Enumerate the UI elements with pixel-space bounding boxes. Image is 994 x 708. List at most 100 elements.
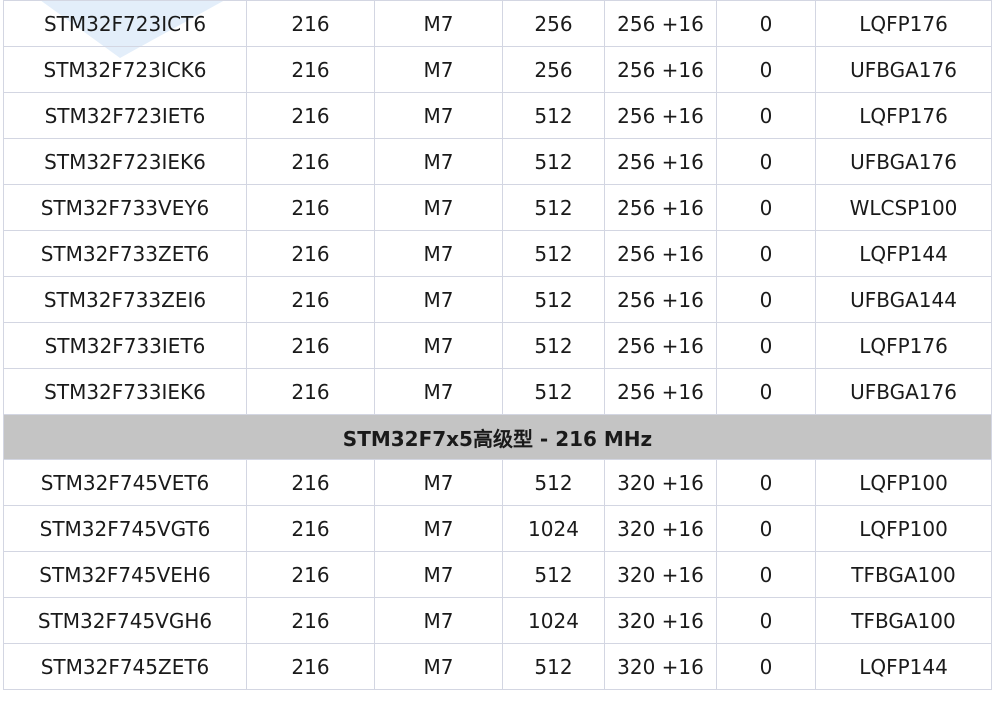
cell-frequency: 216 <box>246 459 375 506</box>
cell-flash: 512 <box>502 230 605 277</box>
cell-package: UFBGA176 <box>815 138 992 185</box>
cell-core: M7 <box>374 46 503 93</box>
cell-col6: 0 <box>716 92 816 139</box>
cell-package: UFBGA144 <box>815 276 992 323</box>
table-row: STM32F723ICT6 216 M7 256 256 +16 0 LQFP176 <box>3 0 992 47</box>
cell-col6: 0 <box>716 138 816 185</box>
cell-col6: 0 <box>716 368 816 415</box>
cell-col6: 0 <box>716 551 816 598</box>
cell-frequency: 216 <box>246 46 375 93</box>
cell-part-number: STM32F723ICT6 <box>3 0 247 47</box>
table-row: STM32F733ZEI6 216 M7 512 256 +16 0 UFBGA144 <box>3 276 992 323</box>
cell-package: LQFP176 <box>815 92 992 139</box>
cell-frequency: 216 <box>246 138 375 185</box>
table-section: STM32F7x5高级型 - 216 MHz <box>3 414 992 460</box>
cell-frequency: 216 <box>246 276 375 323</box>
cell-frequency: 216 <box>246 643 375 690</box>
cell-core: M7 <box>374 276 503 323</box>
cell-part-number: STM32F733ZEI6 <box>3 276 247 323</box>
cell-flash: 1024 <box>502 505 605 552</box>
cell-core: M7 <box>374 551 503 598</box>
cell-core: M7 <box>374 92 503 139</box>
table-row: STM32F745VGT6 216 M7 1024 320 +16 0 LQFP100 <box>3 505 992 552</box>
cell-frequency: 216 <box>246 505 375 552</box>
table-row: STM32F723ICK6 216 M7 256 256 +16 0 UFBGA176 <box>3 46 992 93</box>
cell-core: M7 <box>374 368 503 415</box>
cell-package: LQFP100 <box>815 505 992 552</box>
cell-package: TFBGA100 <box>815 551 992 598</box>
cell-package: LQFP144 <box>815 643 992 690</box>
table-body-group-b: STM32F745VET6 216 M7 512 320 +16 0 LQFP100 STM3… <box>3 459 992 690</box>
cell-frequency: 216 <box>246 230 375 277</box>
cell-package: LQFP144 <box>815 230 992 277</box>
cell-part-number: STM32F723IEK6 <box>3 138 247 185</box>
cell-core: M7 <box>374 322 503 369</box>
cell-frequency: 216 <box>246 0 375 47</box>
cell-col6: 0 <box>716 459 816 506</box>
cell-ram: 256 +16 <box>604 230 717 277</box>
table-row: STM32F733ZET6 216 M7 512 256 +16 0 LQFP144 <box>3 230 992 277</box>
cell-part-number: STM32F745VEH6 <box>3 551 247 598</box>
cell-flash: 256 <box>502 0 605 47</box>
cell-frequency: 216 <box>246 597 375 644</box>
table-body-group-a: STM32F723ICT6 216 M7 256 256 +16 0 LQFP176 STM3… <box>3 0 992 415</box>
cell-part-number: STM32F733ZET6 <box>3 230 247 277</box>
cell-ram: 256 +16 <box>604 0 717 47</box>
cell-flash: 512 <box>502 184 605 231</box>
cell-package: UFBGA176 <box>815 368 992 415</box>
cell-flash: 512 <box>502 276 605 323</box>
section-header: STM32F7x5高级型 - 216 MHz <box>3 414 992 460</box>
cell-col6: 0 <box>716 597 816 644</box>
cell-core: M7 <box>374 138 503 185</box>
table-row: STM32F745ZET6 216 M7 512 320 +16 0 LQFP144 <box>3 643 992 690</box>
table-row: STM32F733VEY6 216 M7 512 256 +16 0 WLCSP100 <box>3 184 992 231</box>
cell-core: M7 <box>374 230 503 277</box>
cell-col6: 0 <box>716 46 816 93</box>
cell-ram: 256 +16 <box>604 138 717 185</box>
cell-core: M7 <box>374 0 503 47</box>
cell-ram: 256 +16 <box>604 322 717 369</box>
cell-flash: 512 <box>502 92 605 139</box>
cell-ram: 256 +16 <box>604 276 717 323</box>
section-header-row: STM32F7x5高级型 - 216 MHz <box>3 414 992 460</box>
cell-frequency: 216 <box>246 184 375 231</box>
cell-col6: 0 <box>716 0 816 47</box>
cell-part-number: STM32F745ZET6 <box>3 643 247 690</box>
cell-flash: 512 <box>502 459 605 506</box>
table-row: STM32F733IET6 216 M7 512 256 +16 0 LQFP176 <box>3 322 992 369</box>
cell-frequency: 216 <box>246 368 375 415</box>
cell-part-number: STM32F745VET6 <box>3 459 247 506</box>
cell-part-number: STM32F745VGT6 <box>3 505 247 552</box>
cell-package: LQFP176 <box>815 0 992 47</box>
cell-package: LQFP100 <box>815 459 992 506</box>
cell-flash: 512 <box>502 551 605 598</box>
cell-core: M7 <box>374 505 503 552</box>
cell-part-number: STM32F733VEY6 <box>3 184 247 231</box>
cell-flash: 512 <box>502 643 605 690</box>
cell-core: M7 <box>374 459 503 506</box>
cell-col6: 0 <box>716 184 816 231</box>
cell-col6: 0 <box>716 276 816 323</box>
cell-col6: 0 <box>716 230 816 277</box>
cell-core: M7 <box>374 643 503 690</box>
cell-flash: 512 <box>502 138 605 185</box>
cell-col6: 0 <box>716 322 816 369</box>
cell-package: WLCSP100 <box>815 184 992 231</box>
product-table: STM32F723ICT6 216 M7 256 256 +16 0 LQFP176 STM3… <box>3 0 992 690</box>
table-row: STM32F733IEK6 216 M7 512 256 +16 0 UFBGA176 <box>3 368 992 415</box>
cell-ram: 256 +16 <box>604 368 717 415</box>
cell-frequency: 216 <box>246 92 375 139</box>
cell-frequency: 216 <box>246 322 375 369</box>
cell-part-number: STM32F723ICK6 <box>3 46 247 93</box>
cell-core: M7 <box>374 184 503 231</box>
cell-ram: 256 +16 <box>604 184 717 231</box>
cell-part-number: STM32F723IET6 <box>3 92 247 139</box>
cell-ram: 256 +16 <box>604 92 717 139</box>
cell-part-number: STM32F745VGH6 <box>3 597 247 644</box>
table-row: STM32F723IET6 216 M7 512 256 +16 0 LQFP176 <box>3 92 992 139</box>
cell-package: TFBGA100 <box>815 597 992 644</box>
cell-col6: 0 <box>716 643 816 690</box>
table-row: STM32F745VET6 216 M7 512 320 +16 0 LQFP100 <box>3 459 992 506</box>
cell-part-number: STM32F733IEK6 <box>3 368 247 415</box>
cell-core: M7 <box>374 597 503 644</box>
